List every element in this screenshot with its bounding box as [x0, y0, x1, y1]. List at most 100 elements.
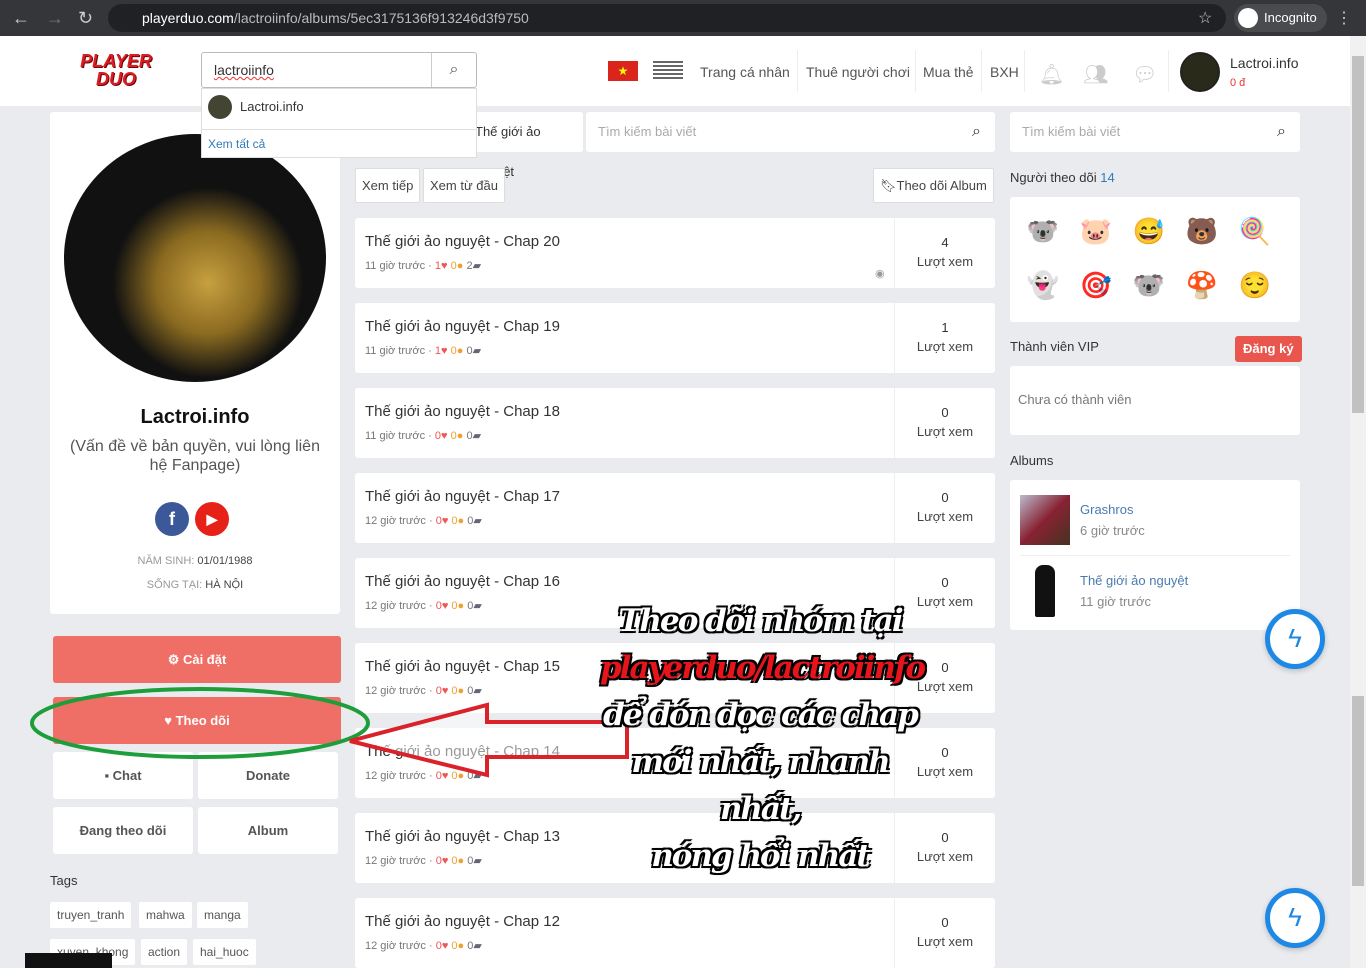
- user-name[interactable]: Lactroi.info: [1230, 55, 1298, 71]
- search-input[interactable]: lactroiinfo ⌕: [201, 52, 477, 88]
- views-number: 0: [941, 490, 949, 505]
- view-count: 0 Lượt xem: [894, 388, 995, 458]
- profile-card: Lactroi.info (Vấn đề về bản quyền, vui l…: [50, 112, 340, 614]
- friends-icon[interactable]: 👥︎: [1083, 62, 1108, 87]
- profile-name: Lactroi.info: [140, 406, 250, 428]
- tag[interactable]: action: [141, 939, 188, 965]
- chapter-title[interactable]: Thế giới ảo nguyệt - Chap 16: [365, 573, 560, 590]
- view-count: 0 Lượt xem: [894, 473, 995, 543]
- chat-label: Chat: [112, 768, 142, 783]
- follower-avatar[interactable]: 🐨: [1025, 213, 1061, 249]
- follower-avatar[interactable]: 🎯: [1078, 267, 1114, 303]
- menu-hire[interactable]: Thuê người chơi: [806, 64, 910, 80]
- more-icon[interactable]: ⋮: [1336, 8, 1352, 28]
- messenger-icon[interactable]: ϟ: [1265, 609, 1325, 669]
- reload-icon[interactable]: ↻: [78, 8, 93, 29]
- album-button[interactable]: Album: [198, 807, 338, 854]
- chapter-row[interactable]: Thế giới ảo nguyệt - Chap 18 11 giờ trướ…: [355, 388, 995, 458]
- address-bar[interactable]: playerduo.com/lactroiinfo/albums/5ec3175…: [108, 4, 1226, 32]
- register-button[interactable]: Đăng ký: [1235, 336, 1302, 362]
- bell-icon[interactable]: 🔔︎: [1039, 62, 1064, 87]
- location-value: HÀ NỘI: [205, 579, 244, 591]
- follower-avatar[interactable]: 🐷: [1078, 213, 1114, 249]
- chapter-title[interactable]: Thế giới ảo nguyệt - Chap 13: [365, 828, 560, 845]
- promo-overlay-text: Theo dõi nhóm tại playerduo/lactroiinfo …: [600, 598, 926, 880]
- playerduo-logo[interactable]: PLAYER DUO: [66, 52, 166, 92]
- chapter-row[interactable]: Thế giới ảo nguyệt - Chap 20 11 giờ trướ…: [355, 218, 995, 288]
- chapter-title[interactable]: Thế giới ảo nguyệt - Chap 20: [365, 233, 560, 250]
- donate-button[interactable]: Donate: [198, 752, 338, 799]
- album-thumbnail[interactable]: [1035, 565, 1055, 617]
- chapter-title[interactable]: Thế giới ảo nguyệt - Chap 15: [365, 658, 560, 675]
- location-label: SỐNG TẠI:: [146, 579, 203, 591]
- follower-avatar[interactable]: 🐨: [1131, 267, 1167, 303]
- views-number: 1: [941, 320, 949, 335]
- incognito-badge[interactable]: Incognito: [1234, 4, 1327, 32]
- result-avatar: [208, 95, 232, 119]
- views-number: 4: [941, 235, 949, 250]
- chapter-title[interactable]: Thế giới ảo nguyệt - Chap 12: [365, 913, 560, 930]
- follower-avatar[interactable]: 😌: [1237, 267, 1273, 303]
- right-search-input[interactable]: Tìm kiếm bài viết ⌕: [1010, 112, 1300, 152]
- views-label: Lượt xem: [916, 509, 974, 524]
- search-result-item[interactable]: Lactroi.info: [208, 95, 304, 119]
- see-all-link[interactable]: Xem tất cả: [208, 137, 265, 151]
- comments-icon: ▰: [473, 855, 482, 867]
- followers-heading: Người theo dõi 14: [1010, 170, 1115, 185]
- tag[interactable]: manga: [197, 902, 248, 928]
- following-button[interactable]: Đang theo dõi: [53, 807, 193, 854]
- continue-button[interactable]: Xem tiếp: [355, 168, 421, 203]
- chapter-row[interactable]: Thế giới ảo nguyệt - Chap 12 12 giờ trướ…: [355, 898, 995, 968]
- view-count: 1 Lượt xem: [894, 303, 995, 373]
- post-search-input[interactable]: Tìm kiếm bài viết ⌕: [586, 112, 995, 152]
- chapter-row[interactable]: Thế giới ảo nguyệt - Chap 19 11 giờ trướ…: [355, 303, 995, 373]
- follower-avatar[interactable]: 🐻: [1184, 213, 1220, 249]
- chapter-time: 12 giờ trước: [365, 940, 426, 952]
- follower-avatar[interactable]: 🍭: [1237, 213, 1273, 249]
- search-icon[interactable]: ⌕: [1277, 112, 1286, 152]
- incognito-label: Incognito: [1264, 10, 1317, 25]
- tag[interactable]: hai_huoc: [193, 939, 256, 965]
- album-link[interactable]: Thế giới ảo nguyệt: [1080, 573, 1188, 588]
- chapter-title[interactable]: Thế giới ảo nguyệt - Chap 17: [365, 488, 560, 505]
- tag[interactable]: truyen_tranh: [50, 902, 132, 928]
- search-placeholder: Tìm kiếm bài viết: [598, 124, 697, 139]
- back-icon[interactable]: ←: [12, 8, 30, 29]
- chapter-title[interactable]: Thế giới ảo nguyệt - Chap 14: [365, 743, 560, 760]
- facebook-icon[interactable]: f: [155, 502, 189, 536]
- chapter-meta: 11 giờ trước · 1♥ 0● 2▰: [365, 260, 482, 272]
- follower-avatar[interactable]: 😅: [1131, 213, 1167, 249]
- album-link[interactable]: Grashros: [1080, 502, 1133, 517]
- chapter-title[interactable]: Thế giới ảo nguyệt - Chap 18: [365, 403, 560, 420]
- chapter-row[interactable]: Thế giới ảo nguyệt - Chap 17 12 giờ trướ…: [355, 473, 995, 543]
- url-path: /lactroiinfo/albums/5ec3175136f913246d3f…: [233, 10, 529, 26]
- search-dropdown: Lactroi.info Xem tất cả: [201, 88, 477, 158]
- user-avatar[interactable]: [1180, 52, 1220, 92]
- chat-button[interactable]: ▪ Chat: [53, 752, 193, 799]
- follow-button[interactable]: ♥ Theo dõi: [53, 697, 341, 744]
- tag[interactable]: mahwa: [139, 902, 192, 928]
- follower-avatar[interactable]: 👻: [1025, 267, 1061, 303]
- follower-avatar[interactable]: 🍄: [1184, 267, 1220, 303]
- from-start-button[interactable]: Xem từ đầu: [423, 168, 505, 203]
- scrollbar[interactable]: [1350, 36, 1366, 968]
- follow-album-button[interactable]: 🔖︎Theo dõi Album: [873, 168, 994, 203]
- forward-icon[interactable]: →: [46, 8, 64, 29]
- menu-ranking[interactable]: BXH: [990, 64, 1019, 80]
- messenger-icon[interactable]: ϟ: [1265, 888, 1325, 948]
- search-icon[interactable]: ⌕: [431, 53, 476, 87]
- album-thumbnail[interactable]: [1020, 495, 1070, 545]
- menu-profile[interactable]: Trang cá nhân: [700, 64, 790, 80]
- us-flag-icon[interactable]: [653, 61, 683, 81]
- star-icon[interactable]: ☆: [1198, 8, 1212, 28]
- chapter-title[interactable]: Thế giới ảo nguyệt - Chap 19: [365, 318, 560, 335]
- chat-bubble-icon[interactable]: 💬︎: [1132, 62, 1157, 87]
- vietnam-flag-icon[interactable]: ★: [608, 61, 638, 81]
- bookmark-icon: 🔖︎: [880, 178, 897, 193]
- search-icon[interactable]: ⌕: [972, 112, 981, 152]
- youtube-icon[interactable]: ▶: [195, 502, 229, 536]
- profile-avatar: [64, 134, 326, 382]
- settings-button[interactable]: ⚙ Cài đặt: [53, 636, 341, 683]
- coin-icon: ●: [457, 685, 465, 697]
- menu-buy-card[interactable]: Mua thẻ: [923, 64, 974, 80]
